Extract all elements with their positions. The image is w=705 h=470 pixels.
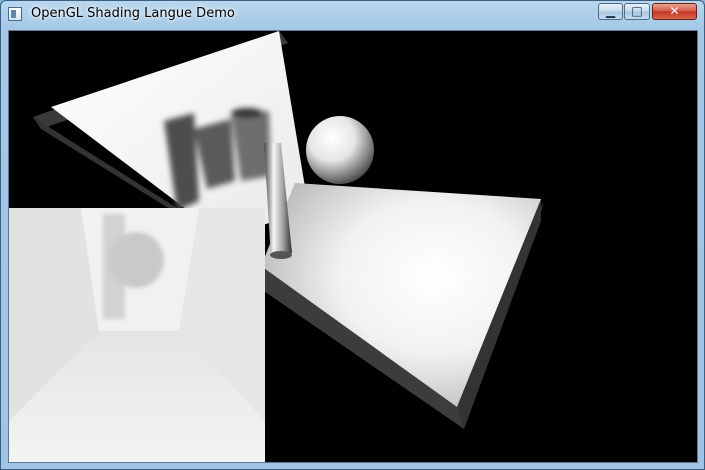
window-title: OpenGL Shading Langue Demo xyxy=(31,6,235,21)
minimize-button[interactable]: ▁ xyxy=(598,3,623,20)
minimize-icon: ▁ xyxy=(605,4,616,18)
maximize-icon: □ xyxy=(631,4,643,18)
close-button[interactable]: ✕ xyxy=(652,3,697,20)
app-window-icon[interactable] xyxy=(8,7,22,21)
shadow-map-preview xyxy=(9,208,265,462)
close-icon: ✕ xyxy=(669,4,680,18)
sphere xyxy=(306,116,374,184)
maximize-button[interactable]: □ xyxy=(624,3,650,20)
title-bar[interactable]: OpenGL Shading Langue Demo ▁ □ ✕ xyxy=(1,1,704,28)
opengl-viewport[interactable] xyxy=(8,30,698,463)
scene-render xyxy=(9,31,544,462)
floor-slab xyxy=(261,183,544,429)
app-window: OpenGL Shading Langue Demo ▁ □ ✕ xyxy=(0,0,705,470)
